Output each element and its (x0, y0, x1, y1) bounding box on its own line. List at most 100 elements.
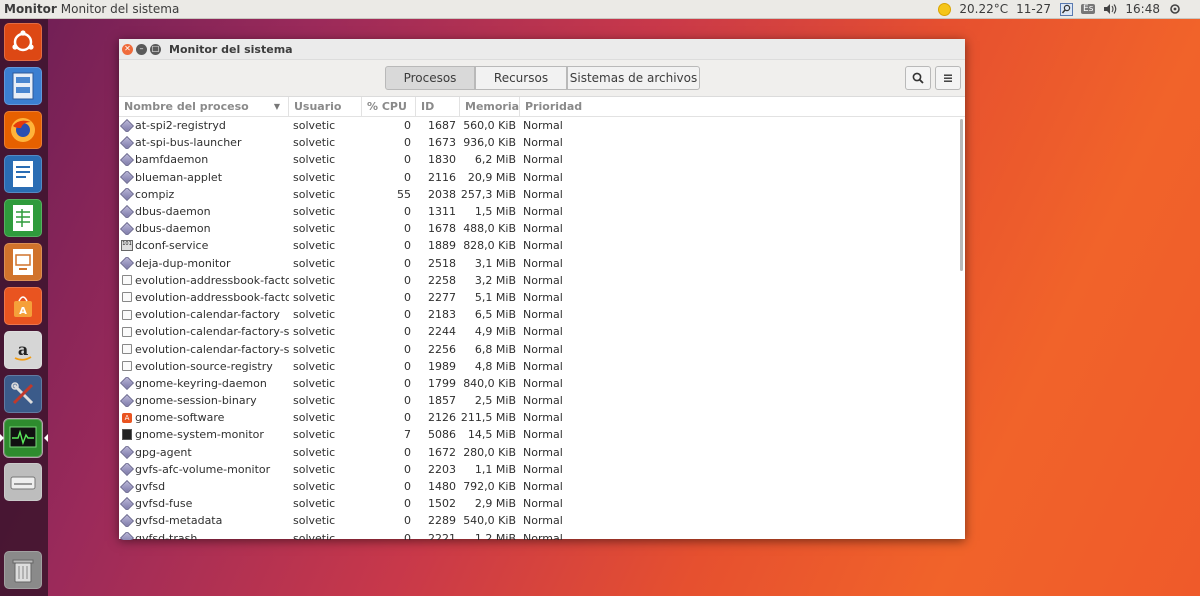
process-memory: 1,5 MiB (474, 205, 516, 219)
table-row[interactable]: evolution-calendar-factory-su solvetic 0 22… (119, 323, 965, 340)
table-row[interactable]: bamfdaemon solvetic 0 1830 6,2 MiB Normal (119, 151, 965, 168)
process-user: solvetic (293, 411, 336, 425)
process-id: 2289 (428, 514, 456, 528)
amazon-launcher-button[interactable]: a (4, 331, 42, 369)
table-row[interactable]: evolution-calendar-factory-su solvetic 0 22… (119, 340, 965, 357)
process-cpu: 0 (404, 136, 411, 150)
tab-recursos[interactable]: Recursos (475, 66, 567, 90)
table-row[interactable]: gnome-keyring-daemon solvetic 0 1799 840,0 K… (119, 375, 965, 392)
tools-icon (11, 382, 34, 405)
search-icon (912, 72, 924, 84)
tab-sistemas-de-archivos[interactable]: Sistemas de archivos (567, 66, 700, 90)
process-memory: 280,0 KiB (463, 445, 516, 459)
running-app-indicator (0, 434, 4, 442)
process-priority: Normal (523, 394, 563, 408)
table-row[interactable]: evolution-source-registry solvetic 0 1989 4,… (119, 358, 965, 375)
process-name: evolution-addressbook-factor (135, 273, 289, 287)
process-name-cell: gnome-keyring-daemon (119, 376, 289, 390)
column-header-user[interactable]: Usuario (289, 97, 362, 116)
column-header-memory[interactable]: Memoria (460, 97, 520, 116)
process-name: gvfsd-metadata (135, 514, 223, 528)
table-row[interactable]: gnome-system-monitor solvetic 7 5086 14,5 Mi… (119, 426, 965, 443)
table-row[interactable]: gvfsd solvetic 0 1480 792,0 KiB Normal (119, 478, 965, 495)
firefox-launcher-button[interactable] (4, 111, 42, 149)
process-name-cell: evolution-calendar-factory-su (119, 325, 289, 338)
table-row[interactable]: deja-dup-monitor solvetic 0 2518 3,1 MiB Norm… (119, 255, 965, 272)
process-diamond-icon (119, 119, 135, 133)
process-name: evolution-addressbook-factor (135, 290, 289, 304)
menu-button[interactable] (935, 66, 961, 90)
process-user: solvetic (293, 256, 336, 270)
table-row[interactable]: dbus-daemon solvetic 0 1678 488,0 KiB Normal (119, 220, 965, 237)
impress-launcher-button[interactable] (4, 243, 42, 281)
table-row[interactable]: evolution-calendar-factory solvetic 0 2183 6… (119, 306, 965, 323)
calc-launcher-button[interactable] (4, 199, 42, 237)
weather-sun-icon[interactable] (938, 2, 952, 16)
table-row[interactable]: at-spi-bus-launcher solvetic 0 1673 936,0 Ki… (119, 134, 965, 151)
trash-launcher-button[interactable] (4, 551, 42, 589)
process-name-cell: gpg-agent (119, 445, 289, 459)
process-cpu: 0 (404, 342, 411, 356)
software-launcher-button[interactable]: A (4, 287, 42, 325)
process-id: 1502 (428, 497, 456, 511)
table-row[interactable]: blueman-applet solvetic 0 2116 20,9 MiB Norma… (119, 169, 965, 186)
process-name: deja-dup-monitor (135, 256, 231, 270)
process-memory: 488,0 KiB (463, 222, 516, 236)
column-header-cpu[interactable]: % CPU (362, 97, 416, 116)
temperature-indicator[interactable]: 20.22°C (959, 2, 1008, 16)
table-row[interactable]: compiz solvetic 55 2038 257,3 MiB Normal (119, 186, 965, 203)
table-row[interactable]: gvfsd-metadata solvetic 0 2289 540,0 KiB Norm… (119, 512, 965, 529)
process-name: gnome-system-monitor (135, 428, 264, 442)
process-name: compiz (135, 187, 175, 201)
table-row[interactable]: dbus-daemon solvetic 0 1311 1,5 MiB Normal (119, 203, 965, 220)
table-row[interactable]: evolution-addressbook-factor solvetic 0 225… (119, 272, 965, 289)
view-switcher: Procesos Recursos Sistemas de archivos (385, 66, 700, 90)
volume-icon[interactable] (1103, 3, 1117, 16)
process-priority: Normal (523, 497, 563, 511)
column-header-priority[interactable]: Prioridad (520, 97, 600, 116)
table-row[interactable]: Agnome-software solvetic 0 2126 211,5 MiB Nor… (119, 409, 965, 426)
process-priority: Normal (523, 187, 563, 201)
process-user: solvetic (293, 205, 336, 219)
drive-launcher-button[interactable] (4, 463, 42, 501)
vertical-scrollbar[interactable] (960, 119, 963, 271)
search-tray-icon[interactable] (1059, 2, 1073, 16)
date-indicator[interactable]: 11-27 (1016, 2, 1051, 16)
process-user: solvetic (293, 342, 336, 356)
close-window-button[interactable]: ✕ (122, 43, 133, 55)
table-row[interactable]: 101 dconf-service solvetic 0 1889 828,0 KiB No… (119, 237, 965, 254)
process-priority: Normal (523, 222, 563, 236)
settings-launcher-button[interactable] (4, 375, 42, 413)
process-priority: Normal (523, 359, 563, 373)
search-button[interactable] (905, 66, 931, 90)
system-monitor-launcher-button[interactable] (3, 418, 43, 458)
table-row[interactable]: at-spi2-registryd solvetic 0 1687 560,0 KiB N… (119, 117, 965, 134)
tab-procesos[interactable]: Procesos (385, 66, 475, 90)
keyboard-layout-indicator[interactable]: Es (1081, 4, 1096, 14)
minimize-window-button[interactable]: – (136, 43, 147, 55)
ubuntu-dash-button[interactable] (4, 23, 42, 61)
power-gear-icon[interactable] (1168, 3, 1182, 16)
table-row[interactable]: gvfsd-trash solvetic 0 2221 1,2 MiB Normal (119, 530, 965, 540)
process-name-cell: gvfsd (119, 480, 289, 494)
process-id: 1857 (428, 394, 456, 408)
process-user: solvetic (293, 239, 336, 253)
clock-indicator[interactable]: 16:48 (1125, 2, 1160, 16)
window-titlebar[interactable]: ✕ – □ Monitor del sistema (119, 39, 965, 60)
process-name: blueman-applet (135, 170, 223, 184)
writer-launcher-button[interactable] (4, 155, 42, 193)
table-row[interactable]: gnome-session-binary solvetic 0 1857 2,5 MiB… (119, 392, 965, 409)
table-row[interactable]: gvfsd-fuse solvetic 0 1502 2,9 MiB Normal (119, 495, 965, 512)
process-priority: Normal (523, 170, 563, 184)
files-launcher-button[interactable] (4, 67, 42, 105)
process-priority: Normal (523, 514, 563, 528)
column-header-name[interactable]: Nombre del proceso ▼ (119, 97, 289, 116)
process-cpu: 0 (404, 256, 411, 270)
column-header-id[interactable]: ID (416, 97, 460, 116)
table-row[interactable]: gvfs-afc-volume-monitor solvetic 0 2203 1,1 … (119, 461, 965, 478)
process-id: 2038 (428, 187, 456, 201)
maximize-window-button[interactable]: □ (150, 43, 161, 55)
table-row[interactable]: gpg-agent solvetic 0 1672 280,0 KiB Normal (119, 444, 965, 461)
process-priority: Normal (523, 480, 563, 494)
table-row[interactable]: evolution-addressbook-factor solvetic 0 227… (119, 289, 965, 306)
